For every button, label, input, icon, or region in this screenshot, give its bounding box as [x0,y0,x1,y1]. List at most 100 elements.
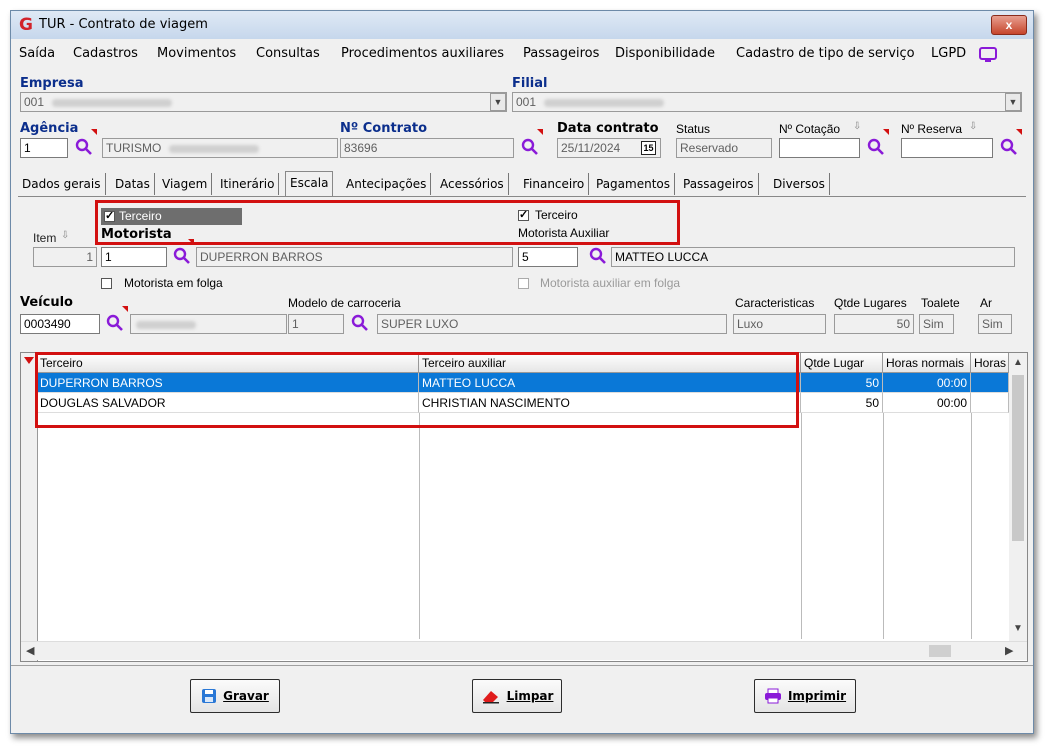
tab-dados-gerais[interactable]: Dados gerais [18,173,106,195]
menu-cadastros[interactable]: Cadastros [73,46,138,61]
veiculo-search-icon[interactable] [105,313,125,333]
col-divider [801,413,802,639]
cotacao-search-icon[interactable] [866,137,886,157]
menu-lgpd[interactable]: LGPD [931,46,966,61]
monitor-icon[interactable] [978,46,998,64]
qtde-lugares-field: 50 [834,314,914,334]
modelo-label: Modelo de carroceria [288,296,401,310]
modelo-search-icon[interactable] [350,313,370,333]
cell-qtde[interactable]: 50 [801,393,883,413]
tab-datas[interactable]: Datas [111,173,155,195]
vertical-scrollbar[interactable]: ▲ ▼ [1009,353,1027,641]
col-divider [419,413,420,639]
filial-code: 001 [516,95,537,109]
tab-itinerario[interactable]: Itinerário [216,173,280,195]
empresa-combo[interactable]: 001 [20,92,507,112]
app-logo-icon: G [19,15,33,35]
eraser-icon [482,691,499,704]
gravar-label: Gravar [223,689,269,703]
horizontal-scrollbar[interactable]: ◀ ▶ [21,641,1027,660]
vertical-scroll-thumb[interactable] [1012,375,1024,541]
empresa-dropdown-icon[interactable]: ▼ [490,93,506,111]
close-button[interactable]: x [991,15,1027,35]
item-label: Item [33,231,57,245]
scroll-right-icon[interactable]: ▶ [1005,644,1013,657]
cell-qtde[interactable]: 50 [801,373,883,393]
motorista-code-field[interactable]: 1 [101,247,167,267]
menu-disponibilidade[interactable]: Disponibilidade [615,46,715,61]
imprimir-label: Imprimir [787,689,847,703]
tab-escala[interactable]: Escala [285,171,334,196]
motorista-aux-search-icon[interactable] [588,246,608,266]
col-horas-normais[interactable]: Horas normais [883,353,971,373]
tab-financeiro[interactable]: Financeiro [519,173,590,195]
tab-pagamentos[interactable]: Pagamentos [592,173,675,195]
tab-diversos[interactable]: Diversos [769,173,830,195]
empresa-code: 001 [24,95,45,109]
agencia-name-field: TURISMO [102,138,338,158]
motorista-aux-name-field: MATTEO LUCCA [611,247,1015,267]
menu-procedimentos[interactable]: Procedimentos auxiliares [341,46,504,61]
col-divider [883,413,884,639]
col-horas[interactable]: Horas [971,353,1009,373]
ar-field: Sim [978,314,1012,334]
cotacao-field[interactable] [779,138,860,158]
imprimir-button[interactable]: Imprimir [754,679,856,713]
agencia-name: TURISMO [106,141,162,155]
veiculo-label: Veículo [20,295,73,310]
bottom-divider [11,665,1033,666]
grid-sort-arrow-icon [24,357,34,364]
contrato-field[interactable]: 83696 [340,138,514,158]
cotacao-sort-icon: ⇩ [853,121,862,132]
horizontal-scroll-thumb[interactable] [929,645,951,657]
menu-passageiros[interactable]: Passageiros [523,46,599,61]
ar-label: Ar [980,296,992,310]
reserva-field[interactable] [901,138,993,158]
motorista-folga-checkbox[interactable] [101,278,112,289]
modelo-code-field[interactable]: 1 [288,314,344,334]
menu-saida[interactable]: Saída [19,46,55,61]
menu-movimentos[interactable]: Movimentos [157,46,236,61]
annotation-highlight-terceiro [95,200,680,245]
motorista-aux-folga-checkbox[interactable] [518,278,529,289]
veiculo-code-field[interactable]: 0003490 [20,314,100,334]
reserva-search-icon[interactable] [999,137,1019,157]
col-qtde-lugar[interactable]: Qtde Lugar [801,353,883,373]
tab-antecipacoes[interactable]: Antecipações [342,173,432,195]
tab-passageiros[interactable]: Passageiros [679,173,759,195]
scroll-down-icon[interactable]: ▼ [1013,623,1023,634]
gravar-button[interactable]: Gravar [190,679,280,713]
reserva-required-marker [1016,129,1022,135]
limpar-button[interactable]: Limpar [472,679,562,713]
cell-horas[interactable]: 00:00 [883,373,971,393]
tab-viagem[interactable]: Viagem [158,173,213,195]
toalete-field: Sim [919,314,954,334]
empresa-label: Empresa [20,76,84,91]
filial-combo[interactable]: 001 [512,92,1022,112]
motorista-folga-label: Motorista em folga [124,276,223,290]
agencia-label: Agência [20,121,79,136]
menu-consultas[interactable]: Consultas [256,46,320,61]
title-bar: G TUR - Contrato de viagem x [11,11,1033,39]
filial-dropdown-icon[interactable]: ▼ [1005,93,1021,111]
cell-horas-extra[interactable] [971,373,1009,393]
reserva-label: Nº Reserva [901,122,963,136]
contrato-search-icon[interactable] [520,137,540,157]
tab-bar: Dados gerais Datas Viagem Itinerário Esc… [11,171,1033,197]
motorista-search-icon[interactable] [172,246,192,266]
tab-acessorios[interactable]: Acessórios [436,173,509,195]
scroll-up-icon[interactable]: ▲ [1013,357,1023,368]
modelo-name-field: SUPER LUXO [377,314,727,334]
veiculo-name-field [130,314,287,334]
motorista-aux-folga-label: Motorista auxiliar em folga [540,276,681,290]
agencia-search-icon[interactable] [74,137,94,157]
menu-cadastro-tipo-servico[interactable]: Cadastro de tipo de serviço [736,46,915,61]
caracteristicas-field: Luxo [733,314,826,334]
motorista-aux-code-field[interactable]: 5 [518,247,578,267]
scroll-left-icon[interactable]: ◀ [26,644,34,657]
motorista-name-field: DUPERRON BARROS [196,247,513,267]
agencia-code-field[interactable]: 1 [20,138,68,158]
calendar-icon[interactable]: 15 [641,141,656,155]
cell-horas-extra[interactable] [971,393,1009,413]
cell-horas[interactable]: 00:00 [883,393,971,413]
